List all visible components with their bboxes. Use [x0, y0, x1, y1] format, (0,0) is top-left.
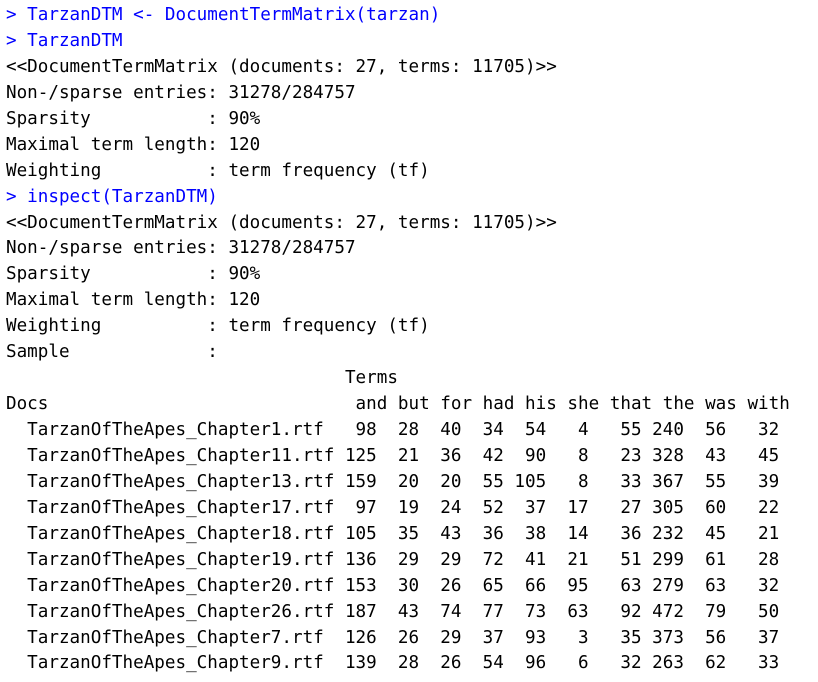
table-row: TarzanOfTheApes_Chapter18.rtf 105 35 43 …: [6, 523, 780, 544]
sparsity-line: Sparsity : 90%: [6, 264, 261, 285]
console-input-line: > inspect(TarzanDTM): [6, 186, 218, 207]
table-row: TarzanOfTheApes_Chapter20.rtf 153 30 26 …: [6, 575, 780, 596]
terms-header-line: Terms: [6, 368, 398, 389]
console-input-line: > TarzanDTM: [6, 30, 123, 51]
r-console-output[interactable]: > TarzanDTM <- DocumentTermMatrix(tarzan…: [0, 0, 818, 682]
table-row: TarzanOfTheApes_Chapter9.rtf 139 28 26 5…: [6, 653, 780, 674]
docs-column-header-line: Docs and but for had his she that the wa…: [6, 394, 790, 415]
max-term-length-line: Maximal term length: 120: [6, 134, 261, 155]
dtm-header-line: <<DocumentTermMatrix (documents: 27, ter…: [6, 56, 557, 77]
dtm-header-line: <<DocumentTermMatrix (documents: 27, ter…: [6, 212, 557, 233]
table-row: TarzanOfTheApes_Chapter13.rtf 159 20 20 …: [6, 471, 780, 492]
sparse-entries-line: Non-/sparse entries: 31278/284757: [6, 238, 356, 259]
table-row: TarzanOfTheApes_Chapter19.rtf 136 29 29 …: [6, 549, 780, 570]
sparse-entries-line: Non-/sparse entries: 31278/284757: [6, 82, 356, 103]
table-row: TarzanOfTheApes_Chapter1.rtf 98 28 40 34…: [6, 420, 780, 440]
console-input-line: > TarzanDTM <- DocumentTermMatrix(tarzan…: [6, 5, 441, 25]
weighting-line: Weighting : term frequency (tf): [6, 160, 430, 181]
weighting-line: Weighting : term frequency (tf): [6, 316, 430, 337]
table-row: TarzanOfTheApes_Chapter26.rtf 187 43 74 …: [6, 601, 780, 622]
max-term-length-line: Maximal term length: 120: [6, 290, 261, 311]
table-row: TarzanOfTheApes_Chapter11.rtf 125 21 36 …: [6, 445, 780, 466]
sample-label-line: Sample :: [6, 342, 218, 363]
table-row: TarzanOfTheApes_Chapter17.rtf 97 19 24 5…: [6, 497, 780, 518]
sparsity-line: Sparsity : 90%: [6, 108, 261, 129]
table-row: TarzanOfTheApes_Chapter7.rtf 126 26 29 3…: [6, 627, 780, 648]
